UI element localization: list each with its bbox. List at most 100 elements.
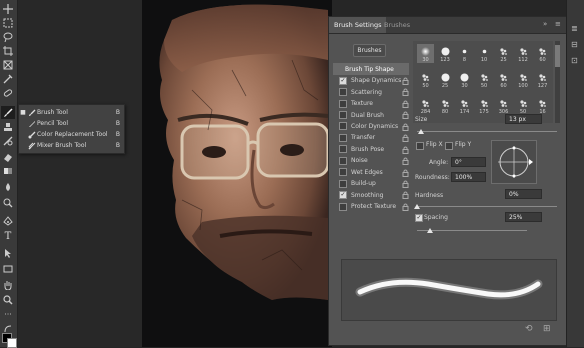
option-checkbox[interactable]	[339, 133, 347, 142]
brush-preset[interactable]: 10	[476, 44, 493, 63]
brush-preset[interactable]: 25	[495, 44, 512, 63]
more-tools-icon[interactable]: ···	[1, 308, 15, 321]
blur-tool-icon[interactable]	[1, 180, 15, 193]
flyout-item-brush-tool[interactable]: ■ Brush Tool B	[19, 107, 124, 118]
pen-tool-icon[interactable]	[1, 214, 15, 227]
option-shape-dynamics[interactable]: ✓ Shape Dynamics	[333, 75, 409, 86]
brush-preset[interactable]: 175	[476, 96, 493, 115]
option-checkbox[interactable]	[339, 111, 347, 120]
option-texture[interactable]: Texture	[333, 98, 409, 109]
option-brush-pose[interactable]: Brush Pose	[333, 144, 409, 155]
lock-icon[interactable]	[402, 191, 409, 200]
brush-preset[interactable]: 100	[515, 70, 532, 89]
type-tool-icon[interactable]: T	[1, 230, 15, 243]
lock-icon[interactable]	[402, 203, 409, 211]
brush-preset[interactable]: 112	[515, 44, 532, 63]
option-protect-texture[interactable]: Protect Texture	[333, 201, 409, 212]
brush-tool-icon[interactable]	[1, 106, 15, 119]
lock-icon[interactable]	[402, 88, 409, 97]
clone-stamp-tool-icon[interactable]	[1, 120, 15, 133]
create-new-brush-icon[interactable]: ⊞	[543, 324, 551, 334]
option-checkbox[interactable]	[339, 179, 347, 188]
lock-icon[interactable]	[402, 77, 409, 85]
tab-brush-settings[interactable]: Brush Settings	[329, 17, 387, 33]
brush-preset[interactable]: 30	[456, 70, 473, 89]
option-checkbox[interactable]	[339, 168, 347, 177]
brush-preset[interactable]: 306	[495, 96, 512, 115]
adjustments-panel-icon[interactable]: ⊟	[571, 40, 581, 50]
path-selection-tool-icon[interactable]	[1, 246, 15, 259]
flyout-item-color-replacement-tool[interactable]: Color Replacement Tool B	[19, 129, 124, 140]
flip-x-checkbox[interactable]	[416, 142, 424, 150]
lock-icon[interactable]	[402, 169, 409, 177]
document-canvas[interactable]	[142, 0, 332, 347]
spacing-checkbox[interactable]: ✓	[415, 214, 423, 222]
panel-menu-icon[interactable]: ≡	[555, 20, 561, 28]
preset-scrollbar-thumb[interactable]	[555, 45, 560, 67]
option-noise[interactable]: Noise	[333, 155, 409, 166]
spacing-field[interactable]: 25%	[505, 212, 542, 222]
brushes-button[interactable]: Brushes	[353, 44, 386, 57]
brush-preset[interactable]: 25	[437, 70, 454, 89]
lock-icon[interactable]	[402, 111, 409, 120]
option-brush-tip-shape[interactable]: Brush Tip Shape	[333, 63, 409, 75]
tab-brushes[interactable]: Brushes	[379, 17, 415, 33]
size-slider[interactable]	[417, 131, 557, 132]
spacing-slider[interactable]	[417, 230, 527, 231]
size-field[interactable]: 13 px	[505, 114, 542, 124]
option-checkbox[interactable]: ✓	[339, 76, 347, 85]
toggle-live-tip-preview-icon[interactable]: ⟲	[525, 324, 533, 334]
flyout-item-mixer-brush-tool[interactable]: Mixer Brush Tool B	[19, 140, 124, 151]
brush-preset[interactable]: 30	[417, 44, 434, 63]
option-checkbox[interactable]	[339, 202, 347, 211]
brush-preset[interactable]: 50	[417, 70, 434, 89]
hardness-field[interactable]: 0%	[505, 189, 542, 199]
brush-preset[interactable]: 174	[456, 96, 473, 115]
gradient-tool-icon[interactable]	[1, 164, 15, 177]
option-transfer[interactable]: Transfer	[333, 132, 409, 143]
rectangle-tool-icon[interactable]	[1, 262, 15, 275]
option-dual-brush[interactable]: Dual Brush	[333, 109, 409, 120]
option-checkbox[interactable]	[339, 122, 347, 131]
brush-angle-widget[interactable]	[491, 140, 537, 184]
hand-tool-icon[interactable]	[1, 278, 15, 291]
angle-field[interactable]: 0°	[451, 157, 486, 167]
brush-preset[interactable]: 60	[534, 44, 551, 63]
lock-icon[interactable]	[402, 134, 409, 143]
lock-icon[interactable]	[402, 180, 409, 188]
frame-tool-icon[interactable]	[1, 58, 15, 71]
lock-icon[interactable]	[402, 157, 409, 166]
option-color-dynamics[interactable]: Color Dynamics	[333, 121, 409, 132]
spot-healing-tool-icon[interactable]	[1, 86, 15, 99]
crop-tool-icon[interactable]	[1, 44, 15, 57]
collapse-panel-icon[interactable]: »	[543, 20, 547, 28]
option-checkbox[interactable]	[339, 99, 347, 108]
option-smoothing[interactable]: ✓ Smoothing	[333, 189, 409, 200]
option-checkbox[interactable]	[339, 88, 347, 97]
flip-y-checkbox[interactable]	[445, 142, 453, 150]
brush-preset[interactable]: 284	[417, 96, 434, 115]
lock-icon[interactable]	[402, 146, 409, 154]
roundness-field[interactable]: 100%	[451, 172, 486, 182]
move-tool-icon[interactable]	[1, 2, 15, 15]
option-wet-edges[interactable]: Wet Edges	[333, 167, 409, 178]
flyout-item-pencil-tool[interactable]: Pencil Tool B	[19, 118, 124, 129]
preset-scrollbar[interactable]	[555, 41, 560, 123]
zoom-tool-icon[interactable]	[1, 293, 15, 306]
lasso-tool-icon[interactable]	[1, 30, 15, 43]
option-checkbox[interactable]	[339, 156, 347, 165]
option-scattering[interactable]: Scattering	[333, 86, 409, 97]
option-checkbox[interactable]: ✓	[339, 191, 347, 200]
brush-preset[interactable]: 16	[534, 96, 551, 115]
history-brush-tool-icon[interactable]	[1, 134, 15, 147]
lock-icon[interactable]	[402, 123, 409, 131]
properties-panel-icon[interactable]: ⊡	[571, 56, 581, 66]
rectangle-marquee-tool-icon[interactable]	[1, 16, 15, 29]
brush-preset[interactable]: 127	[534, 70, 551, 89]
hardness-slider[interactable]	[417, 206, 557, 207]
hardness-slider-thumb[interactable]	[414, 204, 420, 209]
brush-preset[interactable]: 8	[456, 44, 473, 63]
brush-preset[interactable]: 123	[437, 44, 454, 63]
brush-preset[interactable]: 50	[515, 96, 532, 115]
brush-preset[interactable]: 60	[495, 70, 512, 89]
